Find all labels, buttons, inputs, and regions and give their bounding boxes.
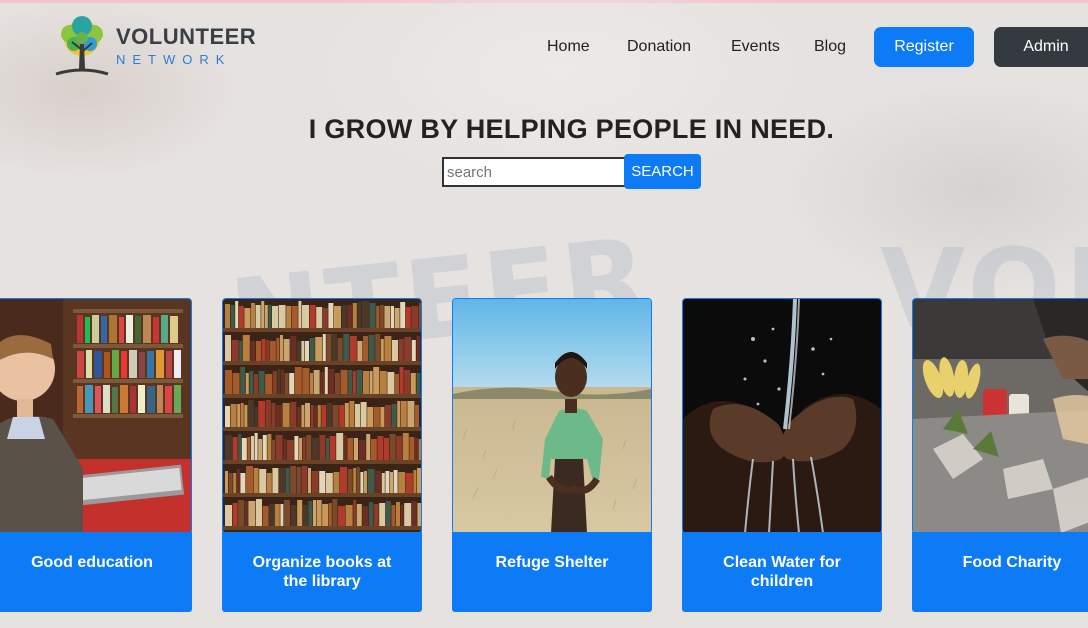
card-title-box: Clean Water for children <box>682 532 882 612</box>
card-title-box: Organize books at the library <box>222 532 422 612</box>
card-title: Clean Water for children <box>723 554 841 590</box>
admin-button[interactable]: Admin <box>994 27 1088 67</box>
search-button[interactable]: SEARCH <box>624 154 701 189</box>
card-title: Food Charity <box>962 554 1062 571</box>
card-title: Good education <box>31 554 153 571</box>
card-title: Organize books at the library <box>252 554 392 590</box>
page-headline: I GROW BY HELPING PEOPLE IN NEED. <box>308 114 835 144</box>
card-image-child-in-field <box>452 298 652 534</box>
event-card[interactable]: Food Charity <box>912 298 1088 628</box>
nav-home[interactable]: Home <box>547 38 590 56</box>
event-card[interactable]: Clean Water for children <box>682 298 882 628</box>
card-image-food-distribution <box>912 298 1088 534</box>
register-button[interactable]: Register <box>874 27 974 67</box>
card-title: Refuge Shelter <box>495 554 609 571</box>
nav-donation[interactable]: Donation <box>627 38 691 56</box>
search-input[interactable] <box>442 157 627 187</box>
event-card[interactable]: Good education <box>0 298 192 628</box>
event-card[interactable]: Refuge Shelter <box>452 298 652 628</box>
card-title-box: Good education <box>0 532 192 612</box>
card-image-bookshelves <box>222 298 422 534</box>
card-title-box: Food Charity <box>912 532 1088 612</box>
nav-blog[interactable]: Blog <box>814 38 846 56</box>
card-image-hands-water <box>682 298 882 534</box>
event-card[interactable]: Organize books at the library <box>222 298 422 628</box>
main-nav: Home Donation Events Blog Register Admin <box>0 27 1088 67</box>
card-image-boy-reading <box>0 298 192 534</box>
card-title-box: Refuge Shelter <box>452 532 652 612</box>
nav-events[interactable]: Events <box>731 38 780 56</box>
